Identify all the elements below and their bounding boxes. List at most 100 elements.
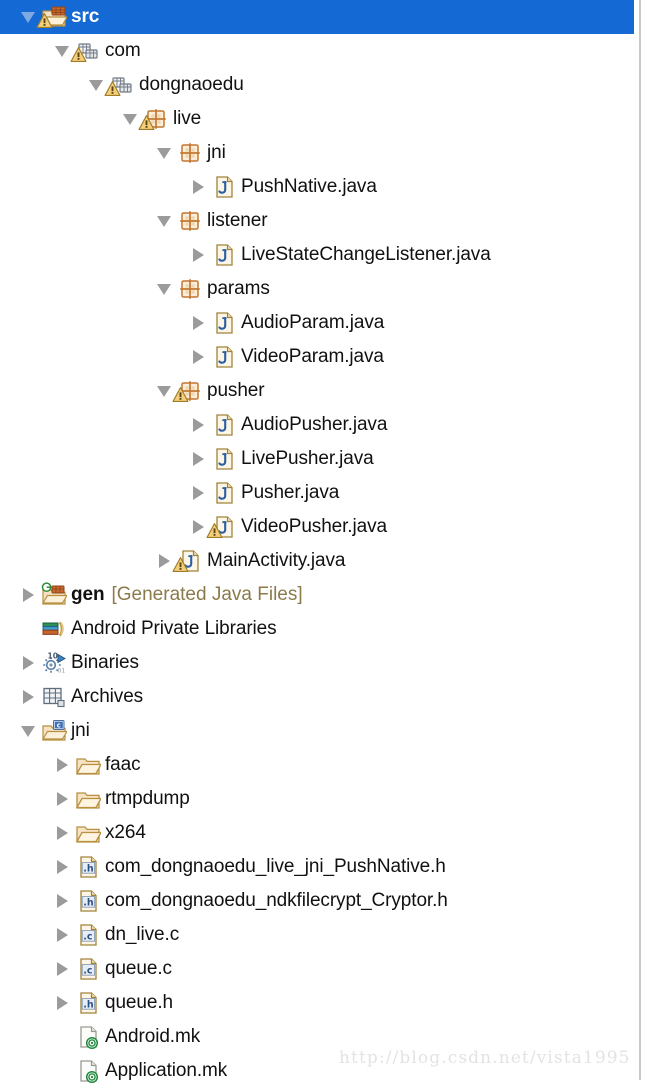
tree-row[interactable]: faac	[0, 748, 646, 782]
package-explorer-tree[interactable]: src com dongnaoedu live jni PushNative.java li…	[0, 0, 646, 1084]
tree-row[interactable]: com	[0, 34, 646, 68]
tree-row[interactable]: LiveStateChangeListener.java	[0, 238, 646, 272]
tree-row[interactable]: VideoPusher.java	[0, 510, 646, 544]
tree-row[interactable]: jni	[0, 136, 646, 170]
java-file-icon	[211, 174, 237, 200]
h-file-icon: .h	[75, 854, 101, 880]
gen-folder-icon	[41, 582, 67, 608]
tree-row[interactable]: LivePusher.java	[0, 442, 646, 476]
tree-row-label: gen	[71, 584, 105, 605]
tree-row-label: AudioParam.java	[241, 312, 385, 333]
expand-triangle-icon[interactable]	[191, 408, 211, 442]
expand-triangle-icon[interactable]	[55, 952, 75, 986]
expand-triangle-icon[interactable]	[21, 578, 41, 612]
tree-row[interactable]: AudioPusher.java	[0, 408, 646, 442]
c-file-icon: .c	[75, 956, 101, 982]
tree-row[interactable]: .h com_dongnaoedu_live_jni_PushNative.h	[0, 850, 646, 884]
tree-row[interactable]: live	[0, 102, 646, 136]
tree-row[interactable]: Pusher.java	[0, 476, 646, 510]
twisty-placeholder	[55, 1020, 75, 1054]
warning-badge-icon	[70, 47, 87, 62]
tree-row[interactable]: rtmpdump	[0, 782, 646, 816]
expand-triangle-icon[interactable]	[55, 782, 75, 816]
expand-triangle-icon[interactable]	[191, 340, 211, 374]
expand-triangle-icon[interactable]	[55, 816, 75, 850]
tree-row-label: queue.h	[105, 992, 173, 1013]
collapse-triangle-icon[interactable]	[157, 272, 177, 306]
expand-triangle-icon[interactable]	[55, 884, 75, 918]
tree-row[interactable]: x264	[0, 816, 646, 850]
collapse-triangle-icon[interactable]	[157, 136, 177, 170]
folder-icon	[75, 820, 101, 846]
tree-row-label: jni	[71, 720, 90, 741]
tree-row[interactable]: dongnaoedu	[0, 68, 646, 102]
expand-triangle-icon[interactable]	[191, 306, 211, 340]
tree-row[interactable]: Archives	[0, 680, 646, 714]
expand-triangle-icon[interactable]	[55, 918, 75, 952]
tree-row-label: faac	[105, 754, 141, 775]
tree-row[interactable]: .c dn_live.c	[0, 918, 646, 952]
tree-row[interactable]: pusher	[0, 374, 646, 408]
source-folder-icon	[36, 4, 67, 30]
tree-row-label: LivePusher.java	[241, 448, 374, 469]
tree-row-label: dn_live.c	[105, 924, 180, 945]
tree-row-label: VideoParam.java	[241, 346, 384, 367]
warning-badge-icon	[36, 13, 53, 28]
mk-file-icon	[75, 1024, 101, 1050]
tree-row[interactable]: 10 01 Binaries	[0, 646, 646, 680]
c-file-icon: .c	[75, 922, 101, 948]
collapse-triangle-icon[interactable]	[21, 714, 41, 748]
tree-row[interactable]: PushNative.java	[0, 170, 646, 204]
expand-triangle-icon[interactable]	[191, 476, 211, 510]
collapse-triangle-icon[interactable]	[157, 204, 177, 238]
svg-text:10: 10	[48, 652, 58, 661]
expand-triangle-icon[interactable]	[21, 680, 41, 714]
tree-row[interactable]: VideoParam.java	[0, 340, 646, 374]
svg-text:c: c	[57, 721, 61, 729]
tree-row-label: com_dongnaoedu_ndkfilecrypt_Cryptor.h	[105, 890, 448, 911]
expand-triangle-icon[interactable]	[55, 850, 75, 884]
tree-row[interactable]: params	[0, 272, 646, 306]
expand-triangle-icon[interactable]	[55, 986, 75, 1020]
tree-row-label: Android.mk	[105, 1026, 201, 1047]
expand-triangle-icon[interactable]	[191, 442, 211, 476]
java-file-icon	[206, 514, 237, 540]
tree-row[interactable]: MainActivity.java	[0, 544, 646, 578]
java-file-icon	[211, 412, 237, 438]
tree-row[interactable]: .c queue.c	[0, 952, 646, 986]
archives-icon	[41, 684, 67, 710]
expand-triangle-icon[interactable]	[191, 170, 211, 204]
expand-triangle-icon[interactable]	[191, 238, 211, 272]
tree-row[interactable]: src	[0, 0, 634, 34]
view-right-border	[639, 0, 641, 1080]
svg-text:.h: .h	[83, 897, 94, 908]
expand-triangle-icon[interactable]	[55, 748, 75, 782]
tree-row-label: queue.c	[105, 958, 172, 979]
twisty-placeholder	[21, 612, 41, 646]
tree-row[interactable]: c jni	[0, 714, 646, 748]
tree-row[interactable]: AudioParam.java	[0, 306, 646, 340]
tree-row[interactable]: Android Private Libraries	[0, 612, 646, 646]
tree-row[interactable]: gen [Generated Java Files]	[0, 578, 646, 612]
java-file-icon	[211, 446, 237, 472]
tree-row-label: com_dongnaoedu_live_jni_PushNative.h	[105, 856, 446, 877]
tree-row[interactable]: .h queue.h	[0, 986, 646, 1020]
expand-triangle-icon[interactable]	[21, 646, 41, 680]
tree-row[interactable]: .h com_dongnaoedu_ndkfilecrypt_Cryptor.h	[0, 884, 646, 918]
svg-text:.c: .c	[83, 965, 92, 976]
folder-icon	[75, 786, 101, 812]
tree-row-label: com	[105, 40, 141, 61]
tree-row[interactable]: listener	[0, 204, 646, 238]
